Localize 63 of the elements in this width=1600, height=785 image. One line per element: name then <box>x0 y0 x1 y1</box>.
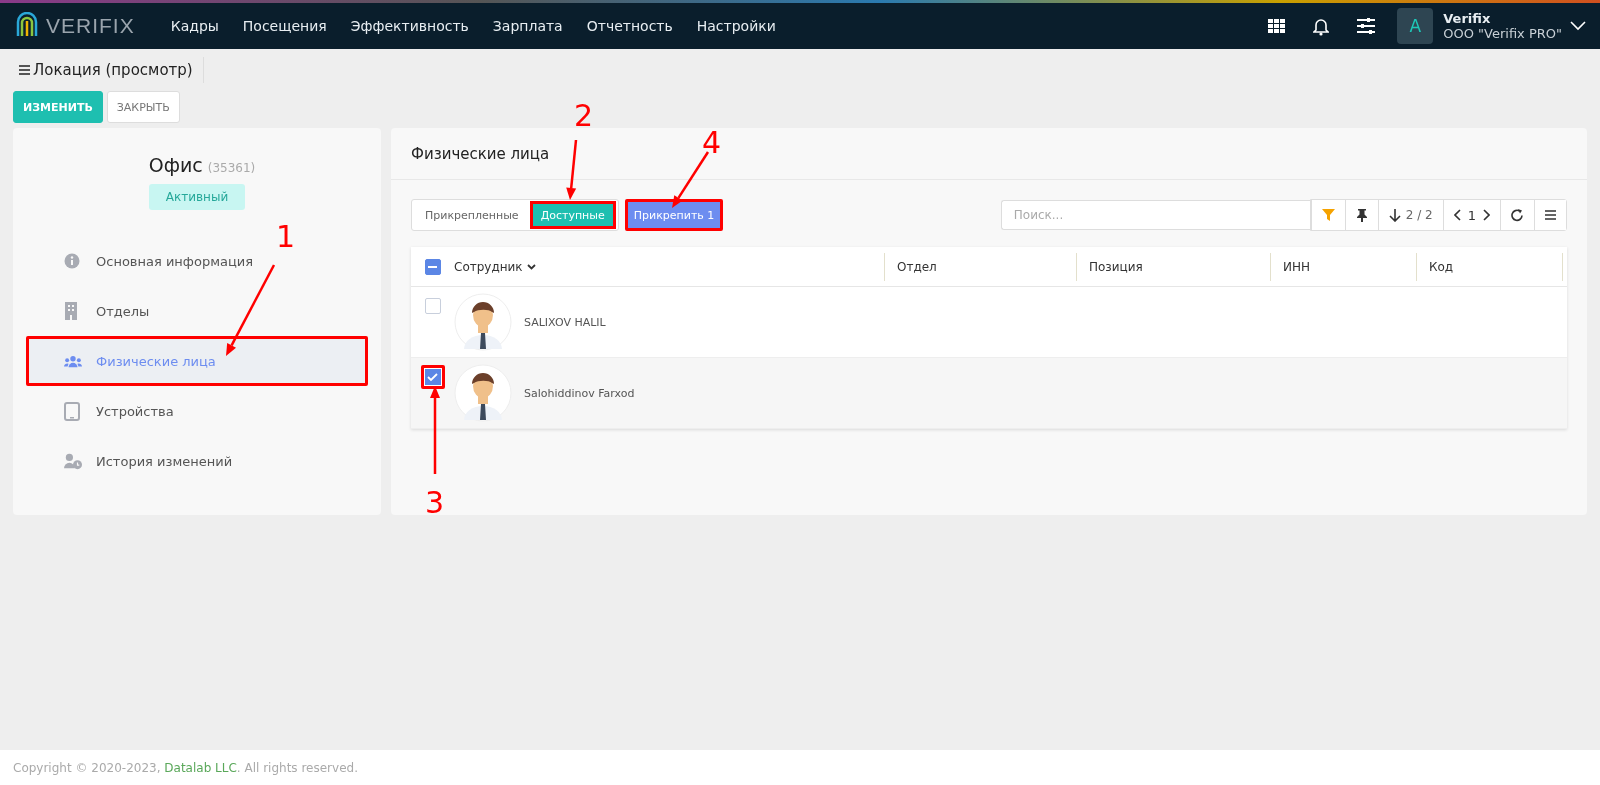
annotation-number: 1 <box>276 219 296 254</box>
menu-item[interactable]: Отчетность <box>574 18 685 34</box>
page-title: Локация (просмотр) <box>33 61 193 79</box>
employee-name: SALIXOV HALIL <box>524 315 606 329</box>
column-header[interactable]: Сотрудник <box>454 252 536 281</box>
employee-name: Salohiddinov Farxod <box>524 386 635 400</box>
annotation-number: 3 <box>425 485 445 520</box>
nav-item[interactable]: Устройства <box>26 386 368 436</box>
chevron-down-icon[interactable] <box>1570 21 1586 31</box>
panel-title: Физические лица <box>411 144 550 163</box>
tablet-icon <box>64 401 80 421</box>
column-header[interactable]: Код <box>1417 252 1454 281</box>
building-icon <box>64 302 78 320</box>
filter-tab[interactable]: Прикрепленные <box>422 201 530 229</box>
column-header[interactable]: Позиция <box>1077 252 1143 281</box>
filter-icon <box>1321 209 1335 221</box>
annotation-arrow <box>566 139 578 200</box>
nav-item[interactable]: Отделы <box>26 286 368 336</box>
bell-icon[interactable] <box>1313 16 1330 36</box>
nav-item[interactable]: История изменений <box>26 436 368 486</box>
menu-item[interactable]: Эффективность <box>338 18 481 34</box>
chevron-left-icon[interactable] <box>1453 209 1461 221</box>
company-name: OOO "Verifix PRO" <box>1443 26 1562 41</box>
grid-icon[interactable] <box>1268 19 1286 33</box>
sort-chevron-icon <box>526 263 536 270</box>
refresh-icon <box>1511 208 1524 222</box>
menu-icon <box>1545 210 1556 220</box>
user-avatar[interactable]: A <box>1397 8 1434 44</box>
menu-button[interactable] <box>1534 200 1566 230</box>
user-clock-icon <box>64 452 82 470</box>
column-header[interactable]: Отдел <box>885 252 937 281</box>
annotation-number: 2 <box>574 98 594 133</box>
record-count: 2 / 2 <box>1405 208 1433 222</box>
arrow-down-icon <box>1388 208 1401 222</box>
checkmark-icon <box>427 372 438 382</box>
pin-icon <box>1355 208 1368 222</box>
info-icon <box>64 253 80 269</box>
chevron-right-icon[interactable] <box>1483 209 1490 221</box>
logo-text: VERIFIX <box>46 14 135 38</box>
avatar-silhouette-icon <box>454 293 512 351</box>
people-icon <box>64 354 82 368</box>
location-name: Офис <box>148 154 203 176</box>
user-name: Verifix <box>1443 11 1492 26</box>
copyright-text: Copyright © 2020-2023, Datalab LLC. All rights reserved. <box>13 760 358 775</box>
row-checkbox[interactable] <box>424 298 441 314</box>
sliders-icon[interactable] <box>1357 18 1376 34</box>
location-code: (35361) <box>207 161 256 175</box>
status-badge: Активный <box>148 184 246 210</box>
close-button[interactable]: ЗАКРЫТЬ <box>106 91 180 123</box>
annotation-number: 4 <box>702 125 722 160</box>
menu-item[interactable]: Посещения <box>230 18 339 34</box>
annotation-arrow <box>672 151 710 208</box>
menu-item[interactable]: Настройки <box>684 18 788 34</box>
row-checkbox[interactable] <box>420 365 445 389</box>
column-header[interactable]: ИНН <box>1271 252 1311 281</box>
minus-icon <box>428 265 437 268</box>
select-all-checkbox[interactable] <box>424 258 441 275</box>
avatar-silhouette-icon <box>454 364 512 422</box>
page-number: 1 <box>1467 207 1476 223</box>
menu-item[interactable]: Кадры <box>158 18 231 34</box>
menu-item[interactable]: Зарплата <box>480 18 575 34</box>
search-field[interactable]: Поиск... <box>1000 200 1310 230</box>
menu-icon[interactable] <box>19 65 30 75</box>
